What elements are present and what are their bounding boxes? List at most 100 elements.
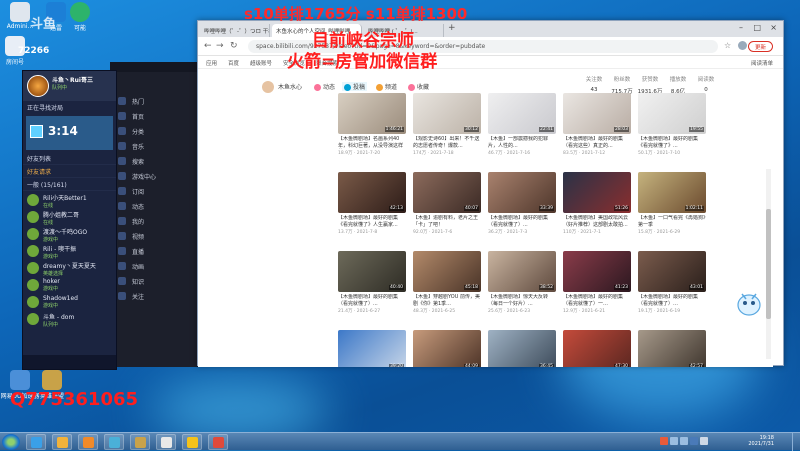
video-thumbnail[interactable]: 42:13: [338, 172, 406, 213]
reload-icon[interactable]: ↻: [230, 41, 238, 51]
video-title[interactable]: 【木鱼】穿越剧YOU 前传，美剧《你》第1季...: [413, 294, 481, 307]
bookmark-item[interactable]: 超级账号: [250, 59, 272, 67]
video-title[interactable]: 【木鱼微剧场】最好的剧集（看完就懂了）...: [488, 215, 556, 228]
video-title[interactable]: 【木鱼微剧场】惊天大反转（每日一个好片）...: [488, 294, 556, 307]
video-title[interactable]: 【木鱼】一部震撼我的犯罪片，人性的...: [488, 136, 556, 149]
tab-videos[interactable]: 投稿: [342, 82, 368, 91]
video-thumbnail[interactable]: 40:40: [338, 251, 406, 292]
game-menu-item[interactable]: 搜索: [110, 154, 205, 169]
video-title[interactable]: 【木鱼微剧场】美国政坛风云（好片推荐）这部剧太敢拍...: [563, 215, 631, 228]
video-card[interactable]: 1:02:11 【木鱼】一口气看完《再婚狗》第一季 15.8万 · 2021-6-2…: [638, 172, 706, 235]
friend-item[interactable]: Shadow1ed 游戏中: [23, 293, 116, 310]
minimize-icon[interactable]: –: [739, 23, 743, 32]
volume-icon[interactable]: [680, 437, 688, 445]
game-menu-item[interactable]: 直播: [110, 244, 205, 259]
friend-item[interactable]: Rili - 噢干振 游戏中: [23, 242, 116, 260]
game-menu-item[interactable]: 视频: [110, 229, 205, 244]
video-thumbnail[interactable]: 45:18: [413, 251, 481, 292]
video-card[interactable]: 51:26 【木鱼微剧场】美国政坛风云（好片推荐）这部剧太敢拍... 110万 · …: [563, 172, 631, 235]
friend-item[interactable]: 腾小姐教二哥 在线: [23, 208, 116, 226]
taskbar-app[interactable]: [104, 434, 124, 450]
friend-group-label[interactable]: 一般 (15/161): [23, 178, 116, 191]
video-thumbnail[interactable]: 19:55: [638, 93, 706, 134]
video-title[interactable]: 【木鱼微剧场】最好的剧集（看完这些）真正的...: [563, 136, 631, 149]
tab-friends[interactable]: 好友列表: [23, 152, 116, 165]
game-menu-item[interactable]: 热门: [110, 94, 205, 109]
star-icon[interactable]: ☆: [724, 41, 731, 50]
avatar[interactable]: [27, 75, 49, 97]
friend-item[interactable]: 斗鱼 - dom 队列中: [23, 310, 116, 328]
taskbar-app[interactable]: [182, 434, 202, 450]
back-icon[interactable]: ←: [204, 41, 212, 51]
video-title[interactable]: 【木鱼微剧场】最好的剧集（看完就懂了）...: [338, 294, 406, 307]
taskbar-app[interactable]: [156, 434, 176, 450]
game-menu-item[interactable]: 音乐: [110, 139, 205, 154]
video-thumbnail[interactable]: 22:41: [488, 93, 556, 134]
video-title[interactable]: 【木鱼微剧场】最好的剧集《看完就懂了》...: [638, 136, 706, 149]
game-menu-item[interactable]: 关注: [110, 289, 205, 304]
flag-icon[interactable]: [700, 437, 708, 445]
game-menu-item[interactable]: 动态: [110, 199, 205, 214]
video-thumbnail[interactable]: 40:07: [413, 172, 481, 213]
video-card[interactable]: 30:12 【观影史诗60】出来！不千送的志愿者传奇！爆款... 174万 · 20…: [413, 93, 481, 156]
game-menu-item[interactable]: 分类: [110, 124, 205, 139]
video-thumbnail[interactable]: 1:02:11: [638, 172, 706, 213]
video-thumbnail[interactable]: 39:20: [338, 330, 406, 367]
tab-channel[interactable]: 频道: [376, 82, 397, 91]
input-method-icon[interactable]: [690, 437, 698, 445]
video-thumbnail[interactable]: 42:57: [638, 330, 706, 367]
friend-item[interactable]: 渡渡～千鸣OGO 游戏中: [23, 225, 116, 243]
clock[interactable]: 19:18 2021/7/31: [748, 435, 774, 447]
network-icon[interactable]: [670, 437, 678, 445]
scrollbar-thumb[interactable]: [766, 209, 771, 319]
tab-favorites[interactable]: 收藏: [408, 82, 429, 91]
friend-item[interactable]: Rili小天Better1 在线: [23, 191, 116, 209]
video-thumbnail[interactable]: 38:52: [488, 251, 556, 292]
video-title[interactable]: 【木鱼微剧场】名画系列40年，科幻巨著，从没导演这样的...: [338, 136, 406, 149]
video-card[interactable]: 33:39 【木鱼微剧场】最好的剧集（看完就懂了）... 36.2万 · 2021-…: [488, 172, 556, 235]
video-card[interactable]: 28:03 【木鱼微剧场】最好的剧集（看完这些）真正的... 83.5万 · 202…: [563, 93, 631, 156]
page-scrollbar[interactable]: [766, 169, 771, 359]
video-card[interactable]: 19:55 【木鱼微剧场】最好的剧集《看完就懂了》... 50.1万 · 2021-…: [638, 93, 706, 156]
desktop-icon[interactable]: 可能: [60, 2, 100, 32]
video-card[interactable]: 1:46:21 【木鱼微剧场】名画系列40年，科幻巨著，从没导演这样的... 18.…: [338, 93, 406, 156]
taskbar-app[interactable]: [52, 434, 72, 450]
game-menu-item[interactable]: 知识: [110, 274, 205, 289]
video-card[interactable]: 42:13 【木鱼微剧场】最好的剧集《看完就懂了》人生赢家... 13.7万 · 2…: [338, 172, 406, 235]
video-card[interactable]: 40:40 【木鱼微剧场】最好的剧集（看完就懂了）... 21.4万 · 2021-…: [338, 251, 406, 314]
video-thumbnail[interactable]: 28:03: [563, 93, 631, 134]
video-thumbnail[interactable]: 44:09: [413, 330, 481, 367]
profile-name[interactable]: 木鱼水心: [278, 82, 302, 91]
video-thumbnail[interactable]: 36:45: [488, 330, 556, 367]
video-title[interactable]: 【木鱼】一口气看完《再婚狗》第一季: [638, 215, 706, 228]
video-thumbnail[interactable]: 30:12: [413, 93, 481, 134]
forward-icon[interactable]: →: [216, 41, 224, 51]
video-thumbnail[interactable]: 33:39: [488, 172, 556, 213]
video-card[interactable]: 40:07 【木鱼】追剧有料，老片之王「卡」了吧！ 92.0万 · 2021-7-6: [413, 172, 481, 235]
video-title[interactable]: 【木鱼微剧场】最好的剧集（看完就懂了）…: [638, 294, 706, 307]
taskbar-app[interactable]: [26, 434, 46, 450]
tab-dynamic[interactable]: 动态: [314, 82, 335, 91]
video-card[interactable]: 44:09【木鱼微剧场】最好的剧集 …27.5万 · 2021-6-15: [413, 330, 481, 367]
taskbar-app[interactable]: [130, 434, 150, 450]
video-thumbnail[interactable]: 51:26: [563, 172, 631, 213]
game-menu-item[interactable]: 首页: [110, 109, 205, 124]
video-card[interactable]: 36:45【木鱼微剧场】危险MAX系列 …18.6万 · 2021-6-13: [488, 330, 556, 367]
friend-requests-label[interactable]: 好友请求: [23, 165, 116, 178]
game-menu-item[interactable]: 动画: [110, 259, 205, 274]
video-card[interactable]: 45:18 【木鱼】穿越剧YOU 前传，美剧《你》第1季... 48.3万 · 20…: [413, 251, 481, 314]
new-tab-icon[interactable]: +: [448, 23, 456, 33]
taskbar-app[interactable]: [208, 434, 228, 450]
tray-app-icon[interactable]: [660, 437, 668, 445]
video-title[interactable]: 【木鱼微剧场】最好的剧集《看完就懂了》人生赢家...: [338, 215, 406, 228]
profile-icon[interactable]: [738, 41, 747, 50]
video-card[interactable]: 22:41 【木鱼】一部震撼我的犯罪片，人性的... 46.7万 · 2021-7-…: [488, 93, 556, 156]
video-card[interactable]: 42:57【木鱼微剧场】最好的剧集（看完就懂了）…22.8万 · 2021-6-…: [638, 330, 706, 367]
game-menu-item[interactable]: 游戏中心: [110, 169, 205, 184]
game-menu-item[interactable]: 订阅: [110, 184, 205, 199]
browser-tab[interactable]: 哔哩哔哩（゜-゜）つロ 干杯~-bili: [200, 24, 270, 37]
close-icon[interactable]: ×: [770, 23, 777, 32]
video-title[interactable]: 【木鱼微剧场】最好的剧集（看完就懂了）一…: [563, 294, 631, 307]
avatar[interactable]: [262, 81, 274, 93]
video-card[interactable]: 47:30【木鱼微剧场】中餐厅…41.2万 · 2021-6-11: [563, 330, 631, 367]
